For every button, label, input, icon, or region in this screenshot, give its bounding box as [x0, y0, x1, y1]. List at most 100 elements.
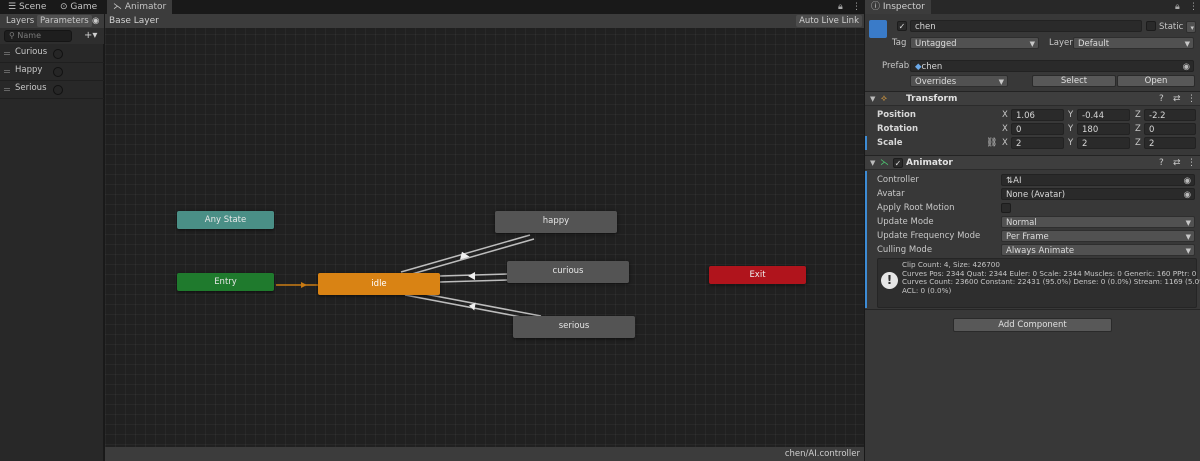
axis-y-label[interactable]: Y	[1068, 122, 1073, 136]
animator-graph[interactable]: Base Layer Auto Live Link Any State Entr…	[105, 14, 864, 461]
axis-z-label[interactable]: Z	[1135, 108, 1141, 122]
active-checkbox[interactable]: ✓	[897, 21, 907, 31]
gamepad-icon: ⊙	[60, 2, 71, 12]
trigger-toggle[interactable]	[53, 85, 63, 95]
animator-title: Animator	[906, 158, 953, 168]
scale-y-field[interactable]: 2	[1077, 137, 1130, 149]
state-entry[interactable]: Entry	[177, 273, 274, 291]
parameter-name: Serious	[15, 83, 47, 93]
rotation-y-field[interactable]: 180	[1077, 123, 1130, 135]
layer-dropdown[interactable]: Default ▼	[1073, 37, 1194, 49]
avatar-field[interactable]: None (Avatar) ◉	[1001, 188, 1195, 200]
apply-root-motion-checkbox[interactable]	[1001, 203, 1011, 213]
state-happy[interactable]: happy	[495, 211, 617, 233]
state-idle[interactable]: idle	[318, 273, 440, 295]
kebab-menu-icon[interactable]: ⋮	[1187, 156, 1196, 170]
parameter-row[interactable]: Curious	[0, 45, 104, 63]
tab-game[interactable]: ⊙ Game	[54, 0, 103, 14]
rotation-z-field[interactable]: 0	[1144, 123, 1196, 135]
select-button[interactable]: Select	[1032, 75, 1116, 87]
object-picker-icon[interactable]: ◉	[1184, 175, 1191, 185]
axis-z-label[interactable]: Z	[1135, 136, 1141, 150]
axis-z-label[interactable]: Z	[1135, 122, 1141, 136]
prefab-field[interactable]: ◆chen ◉	[910, 60, 1194, 72]
parameter-row[interactable]: Serious	[0, 81, 104, 99]
position-label: Position	[877, 110, 916, 120]
kebab-menu-icon[interactable]: ⋮	[1187, 92, 1196, 106]
axis-x-label[interactable]: X	[1002, 108, 1008, 122]
tag-dropdown[interactable]: Untagged ▼	[910, 37, 1039, 49]
foldout-arrow-icon[interactable]: ▼	[870, 92, 875, 106]
static-dropdown[interactable]: ▾	[1186, 21, 1196, 33]
gameobject-cube-icon[interactable]	[869, 20, 887, 38]
layer-label: Layer	[1049, 38, 1073, 48]
position-z-field[interactable]: -2.2	[1144, 109, 1196, 121]
update-frequency-dropdown[interactable]: Per Frame ▼	[1001, 230, 1195, 242]
tab-scene[interactable]: ☰ Scene	[2, 0, 52, 14]
update-mode-dropdown[interactable]: Normal ▼	[1001, 216, 1195, 228]
foldout-arrow-icon[interactable]: ▼	[870, 156, 875, 170]
state-any-state[interactable]: Any State	[177, 211, 274, 229]
scale-z-field[interactable]: 2	[1144, 137, 1196, 149]
axis-y-label[interactable]: Y	[1068, 108, 1073, 122]
trigger-toggle[interactable]	[53, 49, 63, 59]
parameters-panel: Layers Parameters ◉ ⚲ Name +▾ Curious Ha…	[0, 14, 104, 461]
position-y-field[interactable]: -0.44	[1077, 109, 1130, 121]
drag-handle-icon[interactable]	[4, 70, 10, 73]
parameter-name: Curious	[15, 47, 48, 57]
axis-y-label[interactable]: Y	[1068, 136, 1073, 150]
controller-field[interactable]: ⇅AI ◉	[1001, 174, 1195, 186]
trigger-toggle[interactable]	[53, 67, 63, 77]
scale-x-field[interactable]: 2	[1011, 137, 1064, 149]
help-icon[interactable]: ?	[1159, 156, 1164, 170]
preset-icon[interactable]: ⇄	[1173, 156, 1181, 170]
animator-header[interactable]: ▼ ⋋ ✓ Animator ? ⇄ ⋮	[865, 155, 1200, 170]
tab-layers[interactable]: Layers	[3, 15, 37, 27]
preset-icon[interactable]: ⇄	[1173, 92, 1181, 106]
state-serious[interactable]: serious	[513, 316, 635, 338]
scale-label: Scale	[877, 138, 903, 148]
kebab-menu-icon[interactable]: ⋮	[1189, 0, 1198, 14]
tab-parameters[interactable]: Parameters	[37, 15, 92, 27]
rotation-x-field[interactable]: 0	[1011, 123, 1064, 135]
parameter-search-input[interactable]: ⚲ Name	[4, 30, 72, 42]
add-component-button[interactable]: Add Component	[953, 318, 1112, 332]
search-row: ⚲ Name +▾	[0, 28, 104, 44]
static-checkbox[interactable]	[1146, 21, 1156, 31]
lock-icon[interactable]: 🔒︎	[838, 0, 843, 14]
help-icon[interactable]: ?	[1159, 92, 1164, 106]
link-icon[interactable]: ⛓	[986, 136, 997, 150]
position-x-field[interactable]: 1.06	[1011, 109, 1064, 121]
culling-mode-label: Culling Mode	[877, 245, 933, 255]
tab-inspector[interactable]: ⓘ Inspector	[865, 0, 931, 14]
axis-x-label[interactable]: X	[1002, 136, 1008, 150]
tab-animator[interactable]: ⋋ Animator	[107, 0, 173, 14]
kebab-menu-icon[interactable]: ⋮	[852, 0, 861, 14]
parameter-row[interactable]: Happy	[0, 63, 104, 81]
drag-handle-icon[interactable]	[4, 88, 10, 91]
state-exit[interactable]: Exit	[709, 266, 806, 284]
culling-mode-dropdown[interactable]: Always Animate ▼	[1001, 244, 1195, 256]
drag-handle-icon[interactable]	[4, 52, 10, 55]
object-picker-icon[interactable]: ◉	[1183, 61, 1190, 71]
axis-x-label[interactable]: X	[1002, 122, 1008, 136]
override-indicator	[865, 136, 867, 150]
overrides-dropdown[interactable]: Overrides ▼	[910, 75, 1008, 87]
lock-icon[interactable]: 🔒︎	[1175, 0, 1180, 14]
rotation-label: Rotation	[877, 124, 919, 134]
object-picker-icon[interactable]: ◉	[1184, 189, 1191, 199]
animator-icon: ⋋	[113, 2, 125, 12]
state-curious[interactable]: curious	[507, 261, 629, 283]
transition-curious-idle[interactable]	[439, 279, 509, 283]
object-name-field[interactable]: chen	[910, 20, 1142, 32]
animator-enabled-checkbox[interactable]: ✓	[893, 158, 903, 168]
transform-header[interactable]: ▼ ⟡ Transform ? ⇄ ⋮	[865, 91, 1200, 106]
prefab-label: Prefab	[882, 61, 910, 71]
graph-footer: chen/AI.controller	[105, 447, 864, 461]
eye-icon[interactable]: ◉	[89, 15, 102, 27]
transform-icon: ⟡	[881, 94, 887, 104]
chevron-down-icon: ▼	[998, 78, 1004, 86]
editor-tab-bar: ☰ Scene ⊙ Game ⋋ Animator 🔒︎ ⋮	[0, 0, 864, 14]
add-parameter-button[interactable]: +▾	[84, 29, 97, 43]
open-button[interactable]: Open	[1117, 75, 1195, 87]
